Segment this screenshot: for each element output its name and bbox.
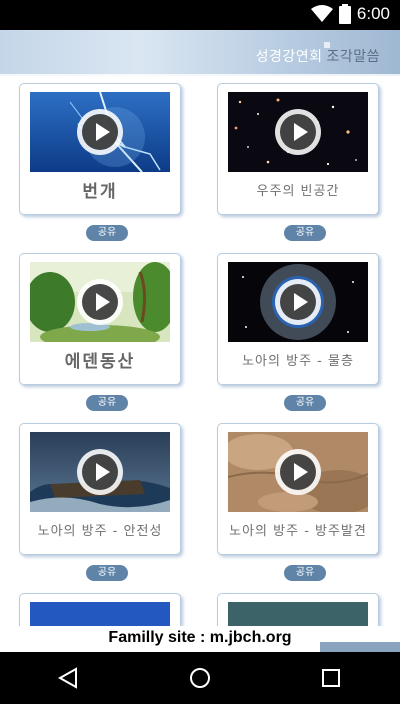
app-header: 성경강연회 조각말씀: [0, 30, 400, 76]
home-icon: [190, 668, 210, 688]
share-button[interactable]: 공유: [284, 565, 326, 581]
page-title: 성경강연회 조각말씀: [256, 46, 380, 66]
wifi-icon: [310, 5, 333, 22]
share-button[interactable]: 공유: [86, 395, 128, 411]
video-card-eden[interactable]: 에덴동산: [19, 253, 181, 385]
back-icon: [57, 667, 77, 689]
share-button[interactable]: 공유: [284, 225, 326, 241]
status-bar: 6:00: [0, 0, 400, 30]
video-title: 번개: [82, 182, 118, 202]
video-thumbnail: [30, 262, 170, 342]
video-thumbnail: [30, 92, 170, 172]
video-title: 노아의 방주 - 안전성: [37, 524, 163, 539]
family-site-link[interactable]: Familly site : m.jbch.org: [108, 629, 291, 646]
play-icon[interactable]: [77, 449, 123, 495]
video-card-space[interactable]: 우주의 빈공간: [217, 83, 379, 215]
play-icon[interactable]: [275, 279, 321, 325]
video-thumbnail: [30, 432, 170, 512]
back-button[interactable]: [48, 662, 88, 694]
play-icon[interactable]: [275, 109, 321, 155]
title-part-1: 성경강연회: [255, 49, 323, 65]
share-button[interactable]: 공유: [284, 395, 326, 411]
share-button[interactable]: 공유: [86, 565, 128, 581]
status-icons: 6:00: [310, 4, 390, 24]
video-title: 에덴동산: [64, 352, 136, 372]
navigation-bar: [0, 652, 400, 704]
video-thumbnail: [228, 432, 368, 512]
play-icon[interactable]: [275, 449, 321, 495]
video-card-water-layer[interactable]: 노아의 방주 - 물층: [217, 253, 379, 385]
home-button[interactable]: [180, 662, 220, 694]
recents-icon: [322, 669, 340, 687]
video-card-ark-discovery[interactable]: 노아의 방주 - 방주발견: [217, 423, 379, 555]
video-thumbnail: [228, 262, 368, 342]
recents-button[interactable]: [311, 662, 351, 694]
footer-accent-bar: [320, 642, 400, 652]
family-site-footer[interactable]: Familly site : m.jbch.org: [0, 626, 400, 652]
title-part-2: 조각말씀: [326, 49, 380, 65]
video-thumbnail: [228, 92, 368, 172]
video-card-ark-safety[interactable]: 노아의 방주 - 안전성: [19, 423, 181, 555]
header-divider: [0, 74, 400, 76]
battery-icon: [338, 4, 351, 24]
video-title: 노아의 방주 - 방주발견: [229, 524, 367, 539]
play-icon[interactable]: [77, 279, 123, 325]
video-title: 우주의 빈공간: [256, 184, 340, 199]
status-time: 6:00: [356, 4, 390, 23]
share-button[interactable]: 공유: [86, 225, 128, 241]
app-content: 성경강연회 조각말씀 번개 공유 우주의 빈공간 공유 에덴동산 공유 노아의 …: [0, 30, 400, 652]
video-title: 노아의 방주 - 물층: [242, 354, 354, 369]
video-card-lightning[interactable]: 번개: [19, 83, 181, 215]
play-icon[interactable]: [77, 109, 123, 155]
